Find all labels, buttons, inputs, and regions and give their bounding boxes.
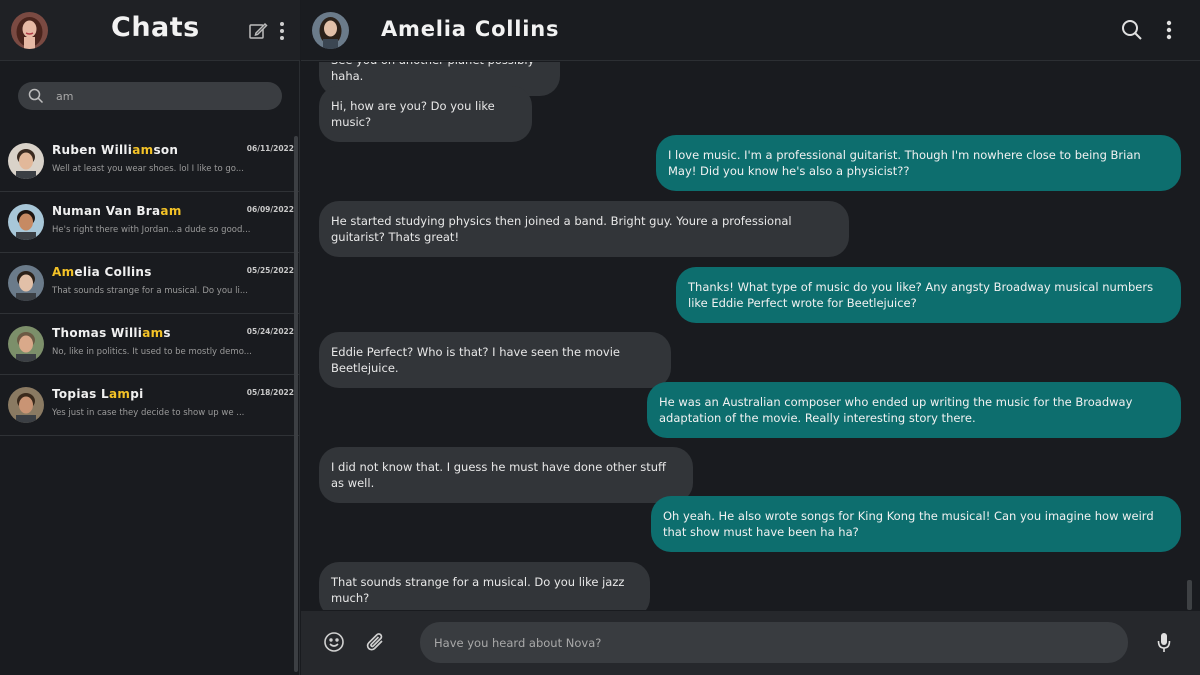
chat-date: 06/09/2022 (246, 205, 294, 214)
chat-list-item[interactable]: Amelia Collins That sounds strange for a … (0, 253, 299, 314)
incoming-message[interactable]: That sounds strange for a musical. Do yo… (319, 562, 650, 610)
name-suffix: elia Collins (74, 265, 152, 279)
contact-name: Amelia Collins (381, 17, 560, 41)
chat-date: 06/11/2022 (246, 144, 294, 153)
contact-name: Ruben Williamson (52, 143, 178, 157)
thread-scrollbar[interactable] (1187, 580, 1192, 610)
microphone-icon[interactable] (1156, 631, 1172, 655)
chat-date: 05/25/2022 (246, 266, 294, 275)
sidebar-scrollbar[interactable] (294, 136, 298, 672)
contact-name: Amelia Collins (52, 265, 152, 279)
new-chat-icon[interactable] (248, 21, 268, 41)
search-match-highlight: am (109, 387, 131, 401)
chat-sidebar: Chats Ruben WilliamsonWell at least you … (0, 0, 300, 675)
message-preview: Well at least you wear shoes. lol I like… (52, 164, 244, 174)
name-prefix: Topias L (52, 387, 110, 401)
chat-list-item[interactable]: Topias Lampi Yes just in case they decide… (0, 375, 299, 436)
contact-name: Topias Lampi (52, 387, 144, 401)
more-options-icon[interactable] (1163, 18, 1175, 42)
search-icon (28, 88, 44, 104)
search-match-highlight: am (142, 326, 164, 340)
contact-avatar[interactable] (312, 12, 349, 49)
name-prefix: Thomas Willi (52, 326, 143, 340)
chat-list: Ruben Williamson Well at least you wear s… (0, 131, 299, 436)
chat-search-field[interactable] (18, 82, 282, 110)
avatar (8, 204, 44, 240)
attachment-icon[interactable] (365, 630, 387, 654)
name-suffix: pi (130, 387, 144, 401)
conversation-header: Amelia Collins (301, 0, 1200, 61)
contact-name: Thomas Williams (52, 326, 171, 340)
chat-list-item[interactable]: Numan Van Braam He's right there with Jor… (0, 192, 299, 253)
contact-name: Numan Van Braam (52, 204, 182, 218)
incoming-message[interactable]: Eddie Perfect? Who is that? I have seen … (319, 332, 671, 388)
chat-date: 05/18/2022 (246, 388, 294, 397)
avatar (8, 265, 44, 301)
incoming-message[interactable]: Hi, how are you? Do you like music? (319, 86, 532, 142)
message-composer (301, 611, 1200, 675)
chat-list-item[interactable]: Thomas Williams No, like in politics. It … (0, 314, 299, 375)
incoming-message[interactable]: He started studying physics then joined … (319, 201, 849, 257)
search-match-highlight: Am (52, 265, 75, 279)
emoji-icon[interactable] (323, 631, 345, 653)
incoming-message[interactable]: I did not know that. I guess he must hav… (319, 447, 693, 503)
outgoing-message[interactable]: Oh yeah. He also wrote songs for King Ko… (651, 496, 1181, 552)
search-match-highlight: am (160, 204, 182, 218)
search-match-highlight: am (132, 143, 154, 157)
message-preview: No, like in politics. It used to be most… (52, 347, 252, 357)
message-preview: He's right there with Jordan...a dude so… (52, 225, 251, 235)
name-prefix: Ruben Willi (52, 143, 133, 157)
message-thread[interactable]: See you on another planet possibly haha.… (301, 62, 1200, 610)
name-suffix: son (153, 143, 179, 157)
sidebar-header: Chats (0, 0, 300, 61)
search-icon[interactable] (1121, 19, 1143, 41)
message-preview: Yes just in case they decide to show up … (52, 408, 245, 418)
outgoing-message[interactable]: I love music. I'm a professional guitari… (656, 135, 1181, 191)
message-preview: That sounds strange for a musical. Do yo… (52, 286, 248, 296)
name-prefix: Numan Van Bra (52, 204, 161, 218)
outgoing-message[interactable]: He was an Australian composer who ended … (647, 382, 1181, 438)
sidebar-title: Chats (111, 12, 200, 43)
my-avatar[interactable] (11, 12, 48, 49)
message-input[interactable] (434, 632, 1114, 653)
avatar (8, 143, 44, 179)
chat-list-item[interactable]: Ruben Williamson Well at least you wear s… (0, 131, 299, 192)
avatar (8, 387, 44, 423)
name-suffix: s (163, 326, 171, 340)
chat-search-input[interactable] (56, 86, 266, 106)
outgoing-message[interactable]: Thanks! What type of music do you like? … (676, 267, 1181, 323)
chat-date: 05/24/2022 (246, 327, 294, 336)
avatar (8, 326, 44, 362)
message-input-field[interactable] (420, 622, 1128, 663)
more-options-icon[interactable] (276, 19, 288, 43)
